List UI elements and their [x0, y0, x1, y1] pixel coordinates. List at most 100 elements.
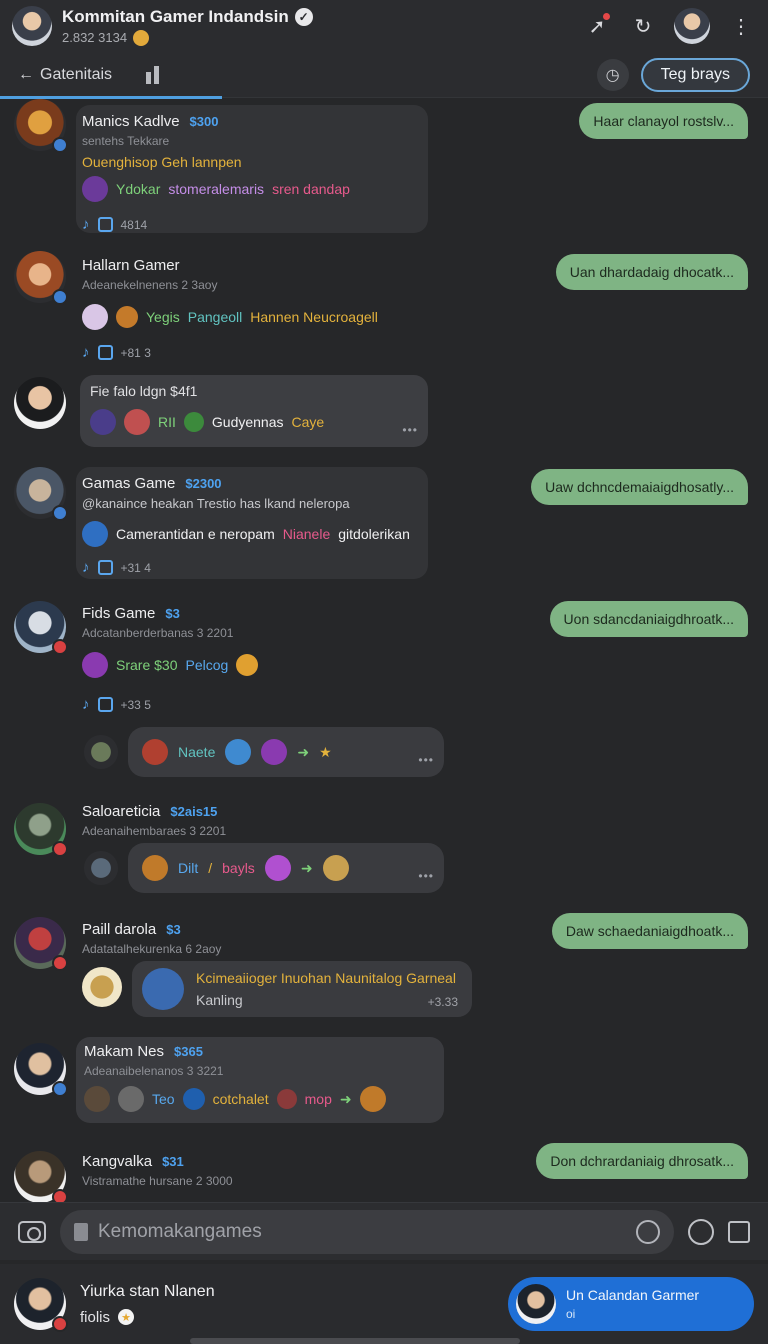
user-avatar[interactable]: [14, 1151, 68, 1202]
username[interactable]: Gamas Game: [82, 475, 175, 492]
reply-bubble[interactable]: Uaw dchncdemaiaigdhosatly...: [531, 469, 748, 505]
message-body: Saloareticia $2ais15 Adeanaihembaraes 3 2…: [82, 803, 442, 838]
status-badge: [52, 505, 68, 521]
price-badge: $365: [174, 1044, 203, 1059]
game-icon: [82, 652, 108, 678]
community-pill-button[interactable]: Un Calandan Garmer oi: [508, 1277, 754, 1331]
username[interactable]: Paill darola: [82, 921, 156, 938]
message-input[interactable]: Kemomakangames: [60, 1209, 674, 1254]
notification-dot: [603, 13, 610, 20]
current-user-avatar[interactable]: [14, 1278, 68, 1332]
game-icon: [359, 1086, 386, 1112]
music-note-icon[interactable]: ♪: [82, 559, 90, 576]
message-text: RII: [158, 414, 176, 430]
community-pill-title: Un Calandan Garmer: [566, 1287, 700, 1303]
user-avatar[interactable]: [14, 99, 68, 153]
username[interactable]: Kangvalka: [82, 1153, 152, 1170]
box-icon[interactable]: [97, 217, 113, 232]
box-icon[interactable]: [97, 345, 113, 360]
game-icon: [322, 855, 349, 881]
clock-icon[interactable]: ◷: [596, 58, 629, 91]
message-card[interactable]: Manics Kadlve $300 sentehs Tekkare Ouengh…: [76, 105, 428, 233]
name-row: Saloareticia $2ais15: [82, 803, 442, 820]
meta-count: +81 3: [120, 345, 151, 360]
name-row: Gamas Game $2300: [82, 475, 422, 492]
message-text: Pangeoll: [187, 309, 243, 325]
arrow-right-icon: ➜: [339, 1090, 352, 1107]
more-icon[interactable]: ⋮: [726, 11, 756, 41]
username[interactable]: Manics Kadlve: [82, 113, 180, 130]
header-text: Kommitan Gamer Indandsin ✓ 2.832 3134: [62, 7, 582, 46]
user-avatar[interactable]: [14, 377, 66, 429]
user-avatar[interactable]: [14, 467, 68, 521]
group-avatar[interactable]: [12, 6, 52, 46]
meta-row: ♪ +33 5: [82, 696, 442, 713]
username[interactable]: Fids Game: [82, 605, 155, 622]
game-items-pill[interactable]: Naete ➜ ★ •••: [128, 727, 444, 777]
more-dots-icon[interactable]: •••: [418, 753, 434, 767]
game-items-pill[interactable]: Dilt / bayls ➜ •••: [128, 843, 444, 893]
user-avatar[interactable]: [14, 917, 68, 971]
share-icon[interactable]: ➚: [582, 11, 612, 41]
message-line: Yegis Pangeoll Hannen Neucroagell: [82, 304, 442, 330]
reply-bubble[interactable]: Daw schaedaniaigdhoatk...: [551, 913, 748, 949]
game-icon: [118, 1086, 144, 1112]
stats-icon[interactable]: [146, 65, 164, 84]
more-dots-icon[interactable]: •••: [418, 869, 434, 883]
user-avatar[interactable]: [14, 601, 68, 655]
user-avatar[interactable]: [14, 1043, 68, 1097]
name-row: Makam Nes $365: [84, 1043, 436, 1060]
price-badge: $2300: [185, 476, 222, 491]
user-subtitle: Adeanaihembaraes 3 2201: [82, 824, 227, 838]
reply-bubble[interactable]: Don dchrardaniaig dhrosatk...: [536, 1143, 748, 1179]
arrow-right-icon: ➜: [297, 743, 310, 760]
compass-icon[interactable]: [688, 1218, 714, 1245]
box-icon[interactable]: [97, 560, 113, 575]
coin-icon: [133, 29, 150, 46]
game-icon: [142, 968, 184, 1010]
current-user-bar: Yiurka stan Nlanen fiolis ★ Un Calandan G…: [0, 1264, 768, 1344]
username[interactable]: Hallarn Gamer: [82, 257, 180, 274]
chat-app: Kommitan Gamer Indandsin ✓ 2.832 3134 ➚ …: [0, 0, 768, 1344]
emoji-icon[interactable]: [636, 1219, 660, 1244]
card-title: Kcimeaiioger Inuohan Naunitalog Garneal: [196, 970, 456, 986]
message-body: Hallarn Gamer Adeanekelnenens 2 3aoy Yeg…: [82, 257, 442, 361]
user-avatar[interactable]: [14, 251, 68, 305]
more-dots-icon[interactable]: •••: [402, 423, 418, 437]
message-card[interactable]: Gamas Game $2300 @kanaince heakan Trestio…: [76, 467, 428, 579]
camera-icon[interactable]: [18, 1220, 46, 1243]
user-avatar[interactable]: [14, 803, 68, 857]
profile-avatar[interactable]: [674, 8, 710, 44]
game-icon: [142, 739, 168, 765]
message-card[interactable]: Fie falo ldgn $4f1 RII Gudyennas Caye ••…: [80, 375, 428, 447]
message-feed[interactable]: Manics Kadlve $300 sentehs Tekkare Ouengh…: [0, 99, 768, 1202]
back-button[interactable]: ← Gatenitais: [18, 66, 112, 84]
reply-bubble[interactable]: Uan dhardadaig dhocatk...: [555, 254, 748, 290]
reply-bubble[interactable]: Haar clanayol rostslv...: [579, 103, 748, 139]
title-row: Kommitan Gamer Indandsin ✓: [62, 7, 582, 27]
attachment-icon[interactable]: [74, 1222, 88, 1241]
message-line: Teo cotchalet mop ➜: [84, 1086, 436, 1112]
status-badge: [52, 137, 68, 153]
status-badge: [52, 955, 68, 971]
music-note-icon[interactable]: ♪: [82, 344, 90, 361]
upload-icon[interactable]: [728, 1220, 750, 1243]
pill-label: Dilt: [178, 860, 199, 876]
name-row: Hallarn Gamer: [82, 257, 442, 274]
message-card[interactable]: Kcimeaiioger Inuohan Naunitalog Garneal …: [132, 961, 472, 1017]
reply-bubble[interactable]: Uon sdancdaniaigdhroatk...: [549, 601, 748, 637]
message-line: RII Gudyennas Caye: [90, 409, 418, 435]
card-text: Kcimeaiioger Inuohan Naunitalog Garneal …: [196, 970, 456, 1008]
username[interactable]: Makam Nes: [84, 1043, 164, 1060]
filter-pill-button[interactable]: Teg brays: [640, 57, 750, 92]
message-card[interactable]: Makam Nes $365 Adeanaibelenanos 3 3221 Te…: [76, 1037, 444, 1123]
price-badge: $300: [189, 114, 219, 129]
username[interactable]: Saloareticia: [82, 803, 160, 820]
music-note-icon[interactable]: ♪: [82, 216, 90, 233]
pill-label: bayls: [222, 860, 255, 876]
card-subtitle: Kanling: [196, 992, 243, 1008]
status-badge: [52, 639, 68, 655]
box-icon[interactable]: [97, 697, 113, 712]
refresh-icon[interactable]: ↻: [628, 11, 658, 41]
music-note-icon[interactable]: ♪: [82, 696, 90, 713]
